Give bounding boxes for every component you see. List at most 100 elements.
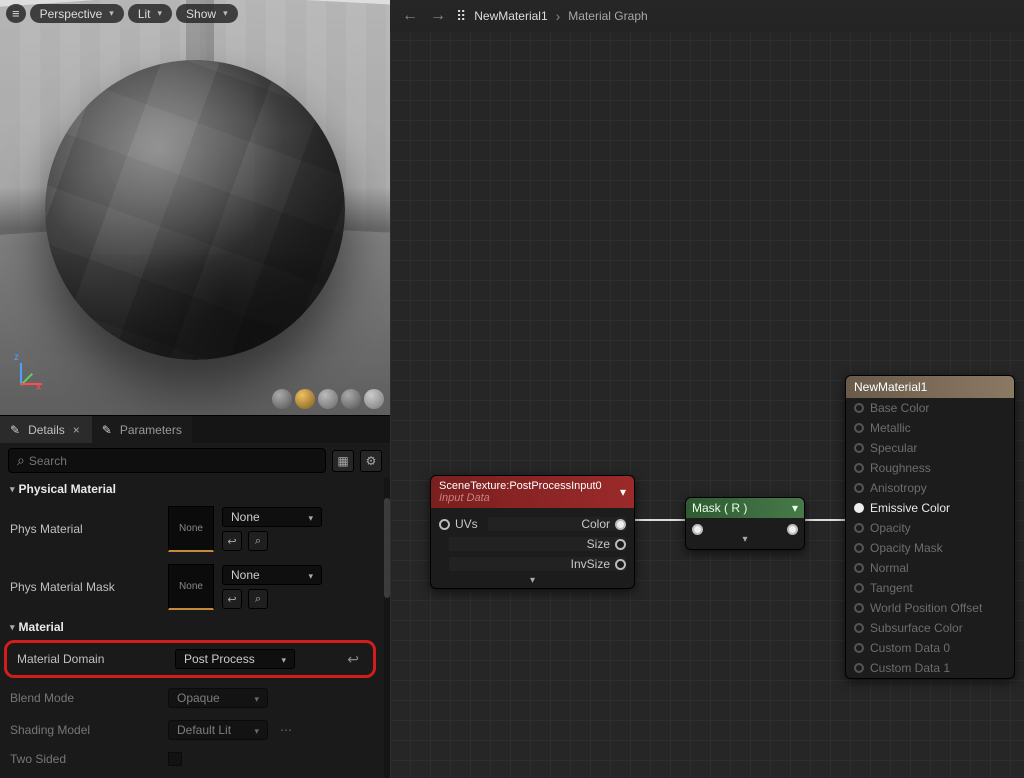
perspective-dropdown[interactable]: Perspective (30, 4, 124, 23)
chevron-down-icon (254, 691, 259, 705)
preview-cube-button[interactable] (341, 389, 361, 409)
pin-label: Custom Data 1 (870, 661, 950, 675)
output-pin[interactable]: World Position Offset (846, 598, 1014, 618)
pin-label: Tangent (870, 581, 913, 595)
preview-sphere-button[interactable] (295, 389, 315, 409)
pin-label: Anisotropy (870, 481, 927, 495)
pin-label: Opacity Mask (870, 541, 943, 555)
search-input[interactable] (29, 454, 317, 468)
output-pin-color[interactable]: Color (488, 517, 626, 531)
node-mask[interactable]: Mask ( R ) (685, 497, 805, 550)
output-pin[interactable]: Normal (846, 558, 1014, 578)
input-pin-uvs[interactable]: UVs (439, 517, 478, 531)
output-pin[interactable]: Roughness (846, 458, 1014, 478)
search-input-container (8, 448, 326, 473)
panel-tabs: Details × Parameters (0, 415, 390, 443)
use-selected-button[interactable] (222, 589, 242, 609)
output-pin[interactable]: Custom Data 0 (846, 638, 1014, 658)
pin-label: Base Color (870, 401, 929, 415)
socket-icon (854, 583, 864, 593)
socket-icon (854, 543, 864, 553)
prop-label-two-sided: Two Sided (10, 752, 160, 766)
asset-thumbnail[interactable]: None (168, 564, 214, 610)
prop-label-material-domain: Material Domain (17, 652, 167, 666)
phys-material-mask-dropdown[interactable]: None (222, 565, 322, 585)
close-icon[interactable]: × (71, 423, 82, 437)
preview-cylinder-button[interactable] (272, 389, 292, 409)
revert-arrow-icon[interactable]: ↩ (343, 651, 363, 668)
output-pin[interactable]: Specular (846, 438, 1014, 458)
preview-plane-button[interactable] (318, 389, 338, 409)
property-matrix-button[interactable] (332, 450, 354, 472)
two-sided-checkbox[interactable] (168, 752, 182, 766)
prop-label-phys-material: Phys Material (10, 522, 160, 536)
output-pin-invsize[interactable]: InvSize (449, 557, 626, 571)
pencil-icon (102, 423, 114, 437)
use-selected-button[interactable] (222, 531, 242, 551)
output-pin[interactable]: Base Color (846, 398, 1014, 418)
pin-label: Normal (870, 561, 909, 575)
show-dropdown[interactable]: Show (176, 4, 238, 23)
settings-button[interactable] (360, 450, 382, 472)
material-graph-panel[interactable]: ← → ⠿ NewMaterial1 › Material Graph Scen… (390, 0, 1024, 778)
chevron-down-icon[interactable] (792, 501, 798, 515)
tab-label: Parameters (120, 423, 182, 437)
category-physical-material[interactable]: Physical Material (0, 478, 382, 500)
output-pin[interactable]: Subsurface Color (846, 618, 1014, 638)
node-expander[interactable] (528, 573, 537, 588)
chevron-down-icon (254, 723, 259, 737)
blend-mode-dropdown[interactable]: Opaque (168, 688, 268, 708)
pin-label: Metallic (870, 421, 911, 435)
socket-icon (854, 403, 864, 413)
node-material-output[interactable]: NewMaterial1 Base ColorMetallicSpecularR… (845, 375, 1015, 679)
socket-icon (854, 643, 864, 653)
mask-input-pin[interactable] (692, 524, 703, 535)
mask-output-pin[interactable] (787, 524, 798, 535)
socket-icon (854, 503, 864, 513)
browse-asset-button[interactable] (248, 589, 268, 609)
viewport-menu-button[interactable] (6, 4, 26, 23)
node-title: Mask ( R ) (692, 501, 747, 515)
chevron-down-icon[interactable] (620, 485, 626, 499)
socket-icon (854, 603, 864, 613)
preview-mesh-button[interactable] (364, 389, 384, 409)
node-expander[interactable] (740, 532, 749, 547)
nav-back-button[interactable]: ← (400, 7, 420, 25)
viewmode-dropdown[interactable]: Lit (128, 4, 172, 23)
output-pin[interactable]: Opacity (846, 518, 1014, 538)
tab-details[interactable]: Details × (0, 416, 92, 443)
prop-label-blend-mode: Blend Mode (10, 691, 160, 705)
output-pin-size[interactable]: Size (449, 537, 626, 551)
output-pin[interactable]: Anisotropy (846, 478, 1014, 498)
material-domain-dropdown[interactable]: Post Process (175, 649, 295, 669)
node-subtitle: Input Data (439, 492, 602, 504)
material-preview-viewport[interactable]: Perspective Lit Show z x (0, 0, 390, 415)
nav-forward-button[interactable]: → (428, 7, 448, 25)
prop-label-phys-material-mask: Phys Material Mask (10, 580, 160, 594)
output-pin[interactable]: Emissive Color (846, 498, 1014, 518)
output-pin[interactable]: Custom Data 1 (846, 658, 1014, 678)
tab-parameters[interactable]: Parameters (92, 416, 192, 443)
more-icon[interactable]: ⋯ (276, 723, 297, 737)
pin-label: Roughness (870, 461, 931, 475)
shading-model-dropdown[interactable]: Default Lit (168, 720, 268, 740)
socket-icon (854, 623, 864, 633)
breadcrumb-asset[interactable]: NewMaterial1 (474, 9, 547, 23)
node-scenetexture[interactable]: SceneTexture:PostProcessInput0 Input Dat… (430, 475, 635, 589)
socket-icon (854, 483, 864, 493)
highlight-material-domain: Material Domain Post Process ↩ (4, 640, 376, 678)
chevron-down-icon (308, 568, 313, 582)
graph-toolbar: ← → ⠿ NewMaterial1 › Material Graph (390, 0, 1024, 32)
details-scroll[interactable]: Physical Material Phys Material None Non… (0, 478, 382, 778)
socket-icon (854, 463, 864, 473)
pencil-icon (10, 423, 22, 437)
phys-material-dropdown[interactable]: None (222, 507, 322, 527)
output-pin[interactable]: Metallic (846, 418, 1014, 438)
chevron-down-icon (308, 510, 313, 524)
browse-asset-button[interactable] (248, 531, 268, 551)
output-pin[interactable]: Opacity Mask (846, 538, 1014, 558)
output-pin[interactable]: Tangent (846, 578, 1014, 598)
preview-scene (0, 0, 390, 415)
asset-thumbnail[interactable]: None (168, 506, 214, 552)
category-material[interactable]: Material (0, 616, 382, 638)
